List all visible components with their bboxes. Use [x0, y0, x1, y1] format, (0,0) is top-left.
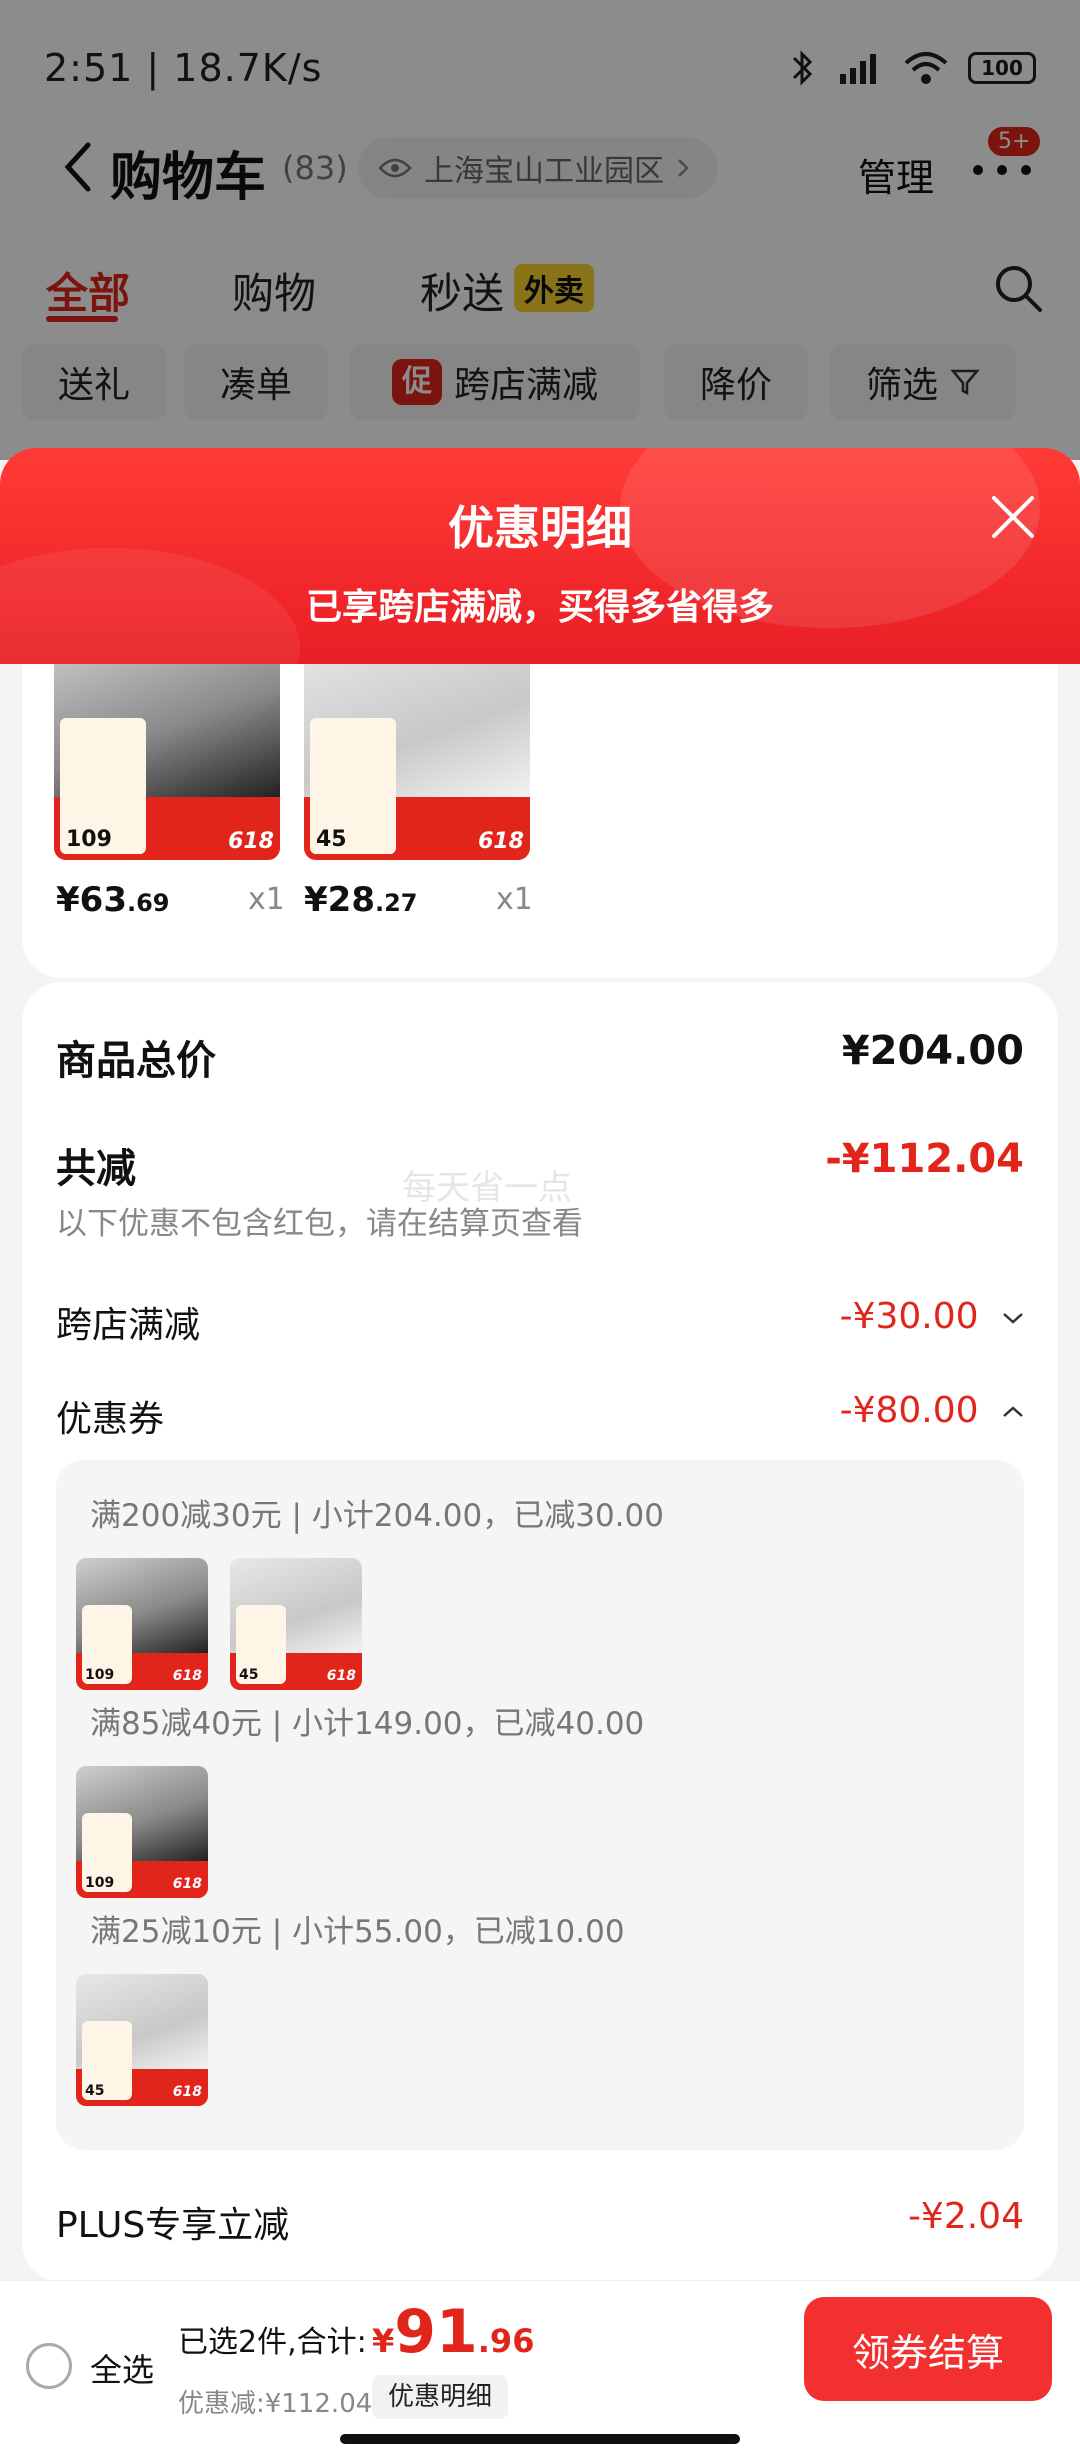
- promo-618-badge: 618: [172, 1876, 202, 1892]
- tag-price: 45: [310, 718, 396, 854]
- product-image-socks[interactable]: 45 618: [304, 634, 530, 860]
- promo-618-badge: 618: [228, 829, 274, 854]
- coupon-row[interactable]: -¥80.00: [840, 1390, 1024, 1431]
- coupon-value: -¥80.00: [839, 1390, 979, 1431]
- cross-store-value: -¥30.00: [839, 1296, 979, 1337]
- coupon-item-shoe: 109 618: [76, 1558, 208, 1690]
- select-all-radio[interactable]: [26, 2343, 72, 2389]
- chevron-down-icon: [1003, 1313, 1023, 1324]
- checkout-bar: 全选 已选2件,合计: ¥91.96 优惠减:¥112.04 优惠明细 领券结算: [0, 2280, 1080, 2460]
- watermark-text: 每天省一点: [402, 1168, 572, 1208]
- tag-price: 109: [60, 718, 146, 854]
- tag-price: 109: [82, 1604, 133, 1684]
- home-indicator[interactable]: [340, 2434, 740, 2444]
- close-icon[interactable]: [990, 494, 1036, 540]
- checkout-label: 领券结算: [851, 2330, 1004, 2375]
- total-value: ¥204.00: [841, 1028, 1024, 1074]
- promo-618-badge: 618: [478, 829, 524, 854]
- promo-618-badge: 618: [172, 2084, 202, 2100]
- price-int: ¥28: [304, 880, 375, 920]
- promo-618-badge: 618: [326, 1668, 356, 1684]
- discount-summary-card: 商品总价 ¥204.00 共减 -¥112.04 以下优惠不包含红包，请在结算页…: [22, 982, 1058, 2282]
- price-int: ¥63: [56, 880, 127, 920]
- price-dec: .69: [126, 889, 170, 917]
- plus-label: PLUS专享立减: [56, 2205, 290, 2246]
- discount-sheet-header: 优惠明细 已享跨店满减，买得多省得多: [0, 448, 1080, 664]
- reduce-value: -¥112.04: [825, 1136, 1024, 1182]
- plus-value: -¥2.04: [907, 2196, 1024, 2237]
- total-label: 商品总价: [56, 1038, 216, 1084]
- cross-store-row[interactable]: -¥30.00: [840, 1296, 1024, 1337]
- coupon-line: 满200减30元 | 小计204.00，已减30.00: [90, 1498, 664, 1534]
- promo-618-badge: 618: [172, 1668, 202, 1684]
- selected-summary: 已选2件,合计:: [178, 2325, 367, 2360]
- chevron-up-icon: [1003, 1406, 1023, 1417]
- coupon-line: 满25减10元 | 小计55.00，已减10.00: [90, 1914, 625, 1950]
- tag-price: 109: [82, 1812, 133, 1892]
- reduce-label: 共减: [56, 1146, 136, 1192]
- currency-symbol: ¥: [372, 2322, 395, 2360]
- coupon-item-socks: 45 618: [76, 1974, 208, 2106]
- price-dec: .27: [374, 889, 418, 917]
- discount-amount: 优惠减:¥112.04: [178, 2389, 373, 2419]
- item-qty: x1: [248, 882, 285, 917]
- total-dec: .96: [477, 2322, 535, 2360]
- discount-sheet-body: 109 618 45 618 ¥63.69 x1 ¥28.27 x1 商品总价 …: [0, 634, 1080, 2284]
- modal-overlay[interactable]: [0, 0, 1080, 460]
- tag-price: 45: [236, 1604, 287, 1684]
- coupon-breakdown: 满200减30元 | 小计204.00，已减30.00 109 618 45 6…: [56, 1460, 1024, 2150]
- selected-items-card: 109 618 45 618 ¥63.69 x1 ¥28.27 x1: [22, 634, 1058, 978]
- item-qty: x1: [496, 882, 533, 917]
- cross-store-label: 跨店满减: [56, 1305, 201, 1346]
- item-price: ¥28.27: [304, 880, 418, 920]
- product-image-shoe[interactable]: 109 618: [54, 634, 280, 860]
- tag-price: 45: [82, 2020, 133, 2100]
- checkout-button[interactable]: 领券结算: [804, 2297, 1052, 2401]
- sheet-title: 优惠明细: [448, 501, 632, 555]
- total-int: 91: [394, 2297, 478, 2367]
- total-price: ¥91.96: [372, 2297, 534, 2367]
- sheet-subtitle: 已享跨店满减，买得多省得多: [305, 587, 774, 628]
- coupon-line: 满85减40元 | 小计149.00，已减40.00: [90, 1706, 645, 1742]
- coupon-label: 优惠券: [56, 1399, 165, 1440]
- discount-detail-button[interactable]: 优惠明细: [372, 2375, 509, 2419]
- select-all-label[interactable]: 全选: [90, 2345, 154, 2391]
- item-price: ¥63.69: [56, 880, 170, 920]
- coupon-item-shoe: 109 618: [76, 1766, 208, 1898]
- coupon-item-socks: 45 618: [230, 1558, 362, 1690]
